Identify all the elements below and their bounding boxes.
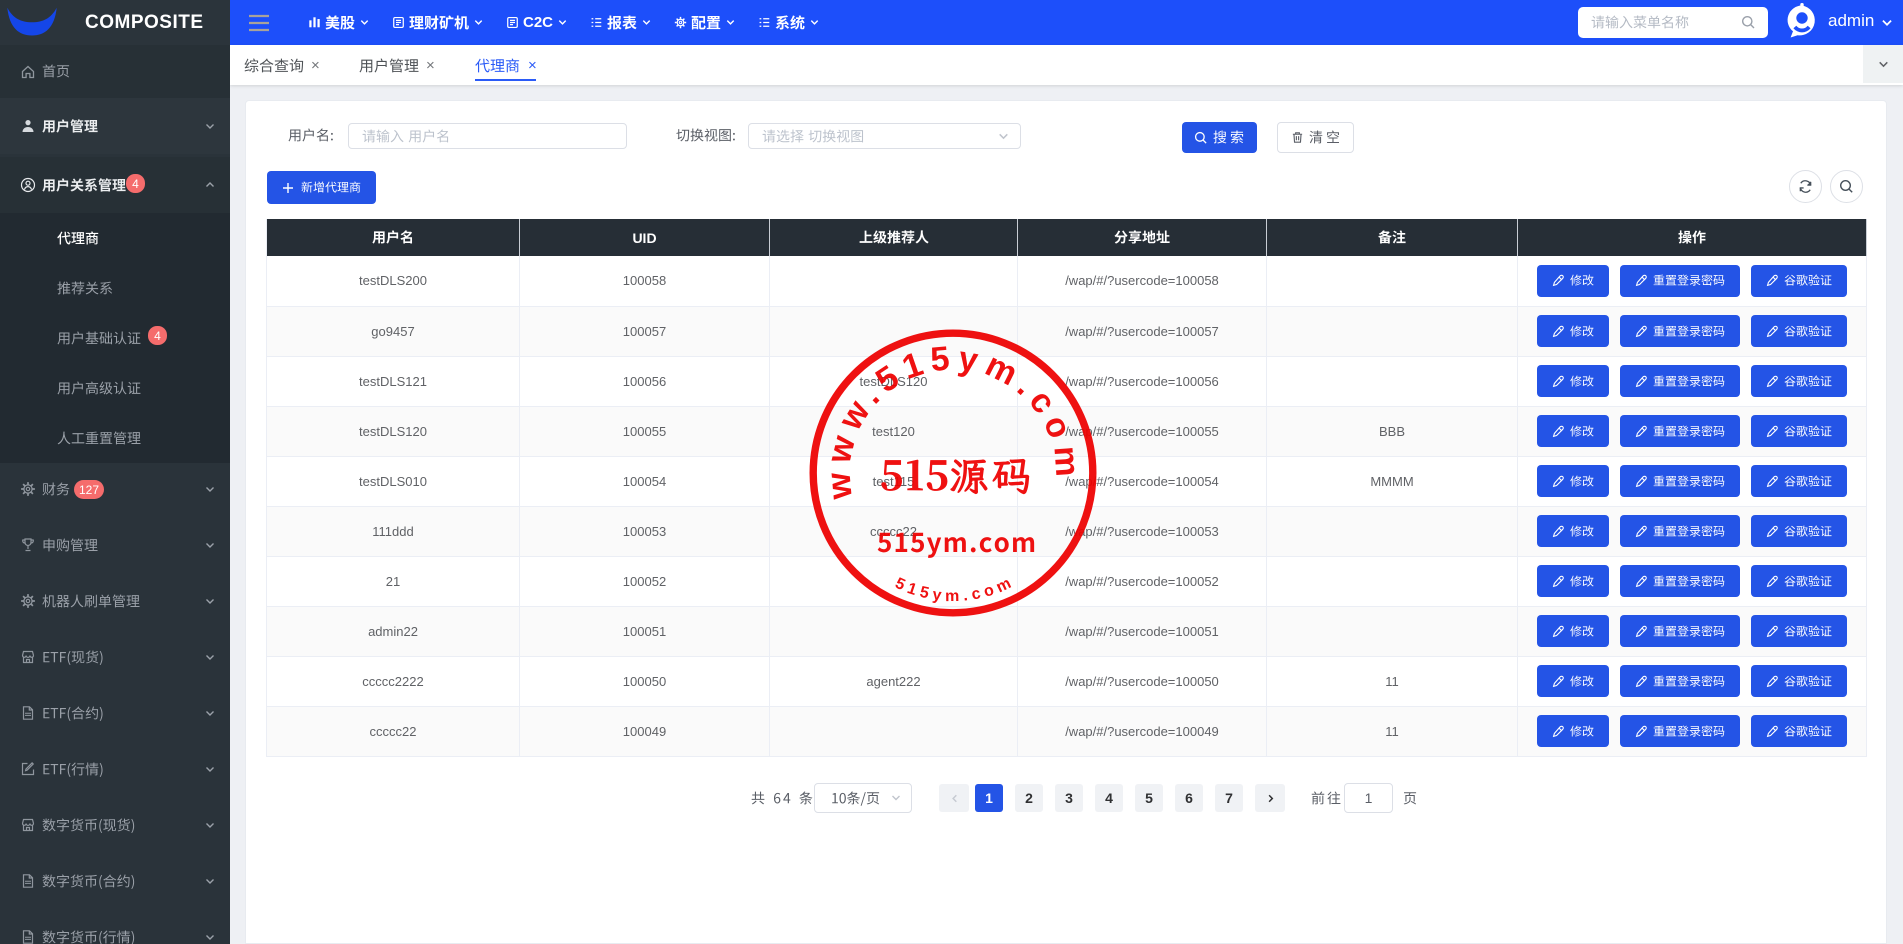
svg-text:515ym.com: 515ym.com bbox=[892, 573, 1017, 605]
svg-text:www.515ym.com: www.515ym.com bbox=[819, 339, 1087, 502]
